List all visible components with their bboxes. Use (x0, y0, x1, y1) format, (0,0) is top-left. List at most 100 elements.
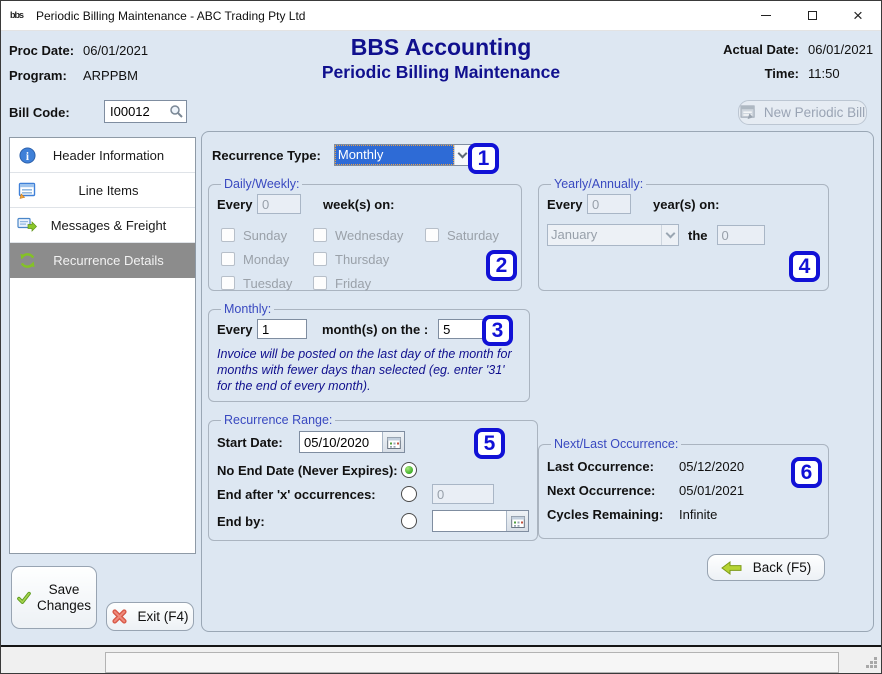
occurrences-input (432, 484, 494, 504)
program-value: ARPPBM (83, 68, 138, 83)
occurrence-legend: Next/Last Occurrence: (551, 437, 681, 451)
weeks-input (257, 194, 301, 214)
group-daily-weekly: Daily/Weekly: Every week(s) on: Sunday M… (208, 177, 522, 291)
checkbox-icon (313, 228, 327, 242)
x-icon (111, 608, 128, 625)
back-button[interactable]: Back (F5) (707, 554, 825, 581)
proc-date-label: Proc Date: (9, 43, 83, 58)
month-select-value: January (548, 225, 661, 245)
chevron-down-icon (661, 225, 678, 245)
actual-date-label: Actual Date: (723, 42, 799, 57)
end-after-radio[interactable] (401, 486, 417, 502)
line-items-icon (10, 182, 44, 199)
window-title: Periodic Billing Maintenance - ABC Tradi… (36, 9, 305, 23)
back-arrow-icon (721, 561, 742, 575)
cycles-remaining-label: Cycles Remaining: (547, 507, 679, 522)
search-icon[interactable] (166, 104, 186, 119)
sidebar-item-label: Messages & Freight (44, 218, 173, 233)
sidebar-item-recurrence-details[interactable]: Recurrence Details (10, 243, 195, 278)
months-suffix-label: month(s) on the : (322, 322, 428, 337)
checkbox-wednesday: Wednesday (313, 223, 425, 247)
next-occurrence-value: 05/01/2021 (679, 483, 744, 498)
check-icon (17, 587, 31, 609)
annotation-1: 1 (468, 143, 499, 174)
end-by-radio[interactable] (401, 513, 417, 529)
range-legend: Recurrence Range: (221, 413, 335, 427)
app-window: bbs Periodic Billing Maintenance - ABC T… (0, 0, 882, 674)
recurrence-details-panel: Recurrence Type: Monthly 1 2 3 4 5 6 Dai… (201, 131, 874, 632)
checkbox-tuesday: Tuesday (221, 271, 313, 295)
maximize-button[interactable] (789, 1, 835, 30)
info-icon: i (10, 147, 44, 164)
years-input (587, 194, 631, 214)
group-next-last-occurrence: Next/Last Occurrence: Last Occurrence:05… (538, 437, 829, 539)
checkbox-label: Friday (335, 276, 371, 291)
sidebar-item-label: Line Items (44, 183, 173, 198)
month-day-input[interactable] (438, 319, 488, 339)
checkbox-label: Tuesday (243, 276, 292, 291)
checkbox-icon (425, 228, 439, 242)
recurrence-type-row: Recurrence Type: Monthly (212, 144, 472, 166)
save-button-label: Save Changes (37, 582, 91, 614)
weeks-suffix-label: week(s) on: (323, 197, 395, 212)
new-periodic-bill-button: New Periodic Bill (738, 100, 867, 125)
years-every-label: Every (547, 197, 587, 212)
end-by-field (432, 510, 529, 532)
exit-button[interactable]: Exit (F4) (106, 602, 194, 631)
bill-code-label: Bill Code: (9, 105, 70, 120)
page-subtitle: Periodic Billing Maintenance (201, 62, 681, 83)
checkbox-icon (313, 252, 327, 266)
save-changes-button[interactable]: Save Changes (11, 566, 97, 629)
year-day-input (717, 225, 765, 245)
months-interval-input[interactable] (257, 319, 307, 339)
bill-code-field (104, 100, 187, 123)
last-occurrence-label: Last Occurrence: (547, 459, 679, 474)
checkbox-label: Thursday (335, 252, 389, 267)
calendar-icon[interactable] (506, 511, 528, 531)
sidebar-item-label: Header Information (44, 148, 173, 163)
checkbox-icon (221, 228, 235, 242)
cycles-remaining-value: Infinite (679, 507, 717, 522)
time-label: Time: (765, 66, 799, 81)
months-every-label: Every (217, 322, 257, 337)
header-center: BBS Accounting Periodic Billing Maintena… (201, 34, 681, 83)
checkbox-icon (221, 252, 235, 266)
recurrence-type-label: Recurrence Type: (212, 148, 321, 163)
proc-date-value: 06/01/2021 (83, 43, 148, 58)
monthly-legend: Monthly: (221, 302, 274, 316)
new-periodic-bill-label: New Periodic Bill (764, 105, 865, 120)
sidebar-item-messages-freight[interactable]: Messages & Freight (10, 208, 195, 243)
titlebar: bbs Periodic Billing Maintenance - ABC T… (1, 1, 881, 31)
annotation-3: 3 (482, 315, 513, 346)
end-by-input[interactable] (433, 511, 506, 531)
no-end-date-label: No End Date (Never Expires): (217, 463, 401, 478)
calendar-icon[interactable] (382, 432, 404, 452)
resize-grip[interactable] (866, 657, 878, 669)
sidebar-item-header-information[interactable]: i Header Information (10, 138, 195, 173)
close-button[interactable]: × (835, 1, 881, 30)
recurrence-type-select[interactable]: Monthly (334, 144, 472, 166)
checkbox-saturday: Saturday (425, 223, 511, 247)
no-end-date-radio[interactable] (401, 462, 417, 478)
header-left: Proc Date:06/01/2021 Program:ARPPBM (9, 38, 148, 88)
start-date-field (299, 431, 405, 453)
checkbox-label: Saturday (447, 228, 499, 243)
checkbox-thursday: Thursday (313, 247, 425, 271)
the-label: the (688, 228, 708, 243)
group-monthly: Monthly: Every month(s) on the : Invoice… (208, 302, 530, 402)
checkbox-friday: Friday (313, 271, 425, 295)
close-icon: × (853, 7, 863, 24)
daily-weekly-legend: Daily/Weekly: (221, 177, 302, 191)
messages-freight-icon (10, 217, 44, 233)
minimize-button[interactable] (743, 1, 789, 30)
sidebar: i Header Information Line Items Messages… (9, 137, 196, 554)
sidebar-item-line-items[interactable]: Line Items (10, 173, 195, 208)
status-bar (1, 645, 881, 673)
start-date-input[interactable] (300, 432, 382, 452)
yearly-legend: Yearly/Annually: (551, 177, 646, 191)
checkbox-icon (313, 276, 327, 290)
checkbox-sunday: Sunday (221, 223, 313, 247)
status-message-area (105, 652, 839, 673)
bill-code-input[interactable] (105, 104, 166, 119)
program-label: Program: (9, 68, 83, 83)
